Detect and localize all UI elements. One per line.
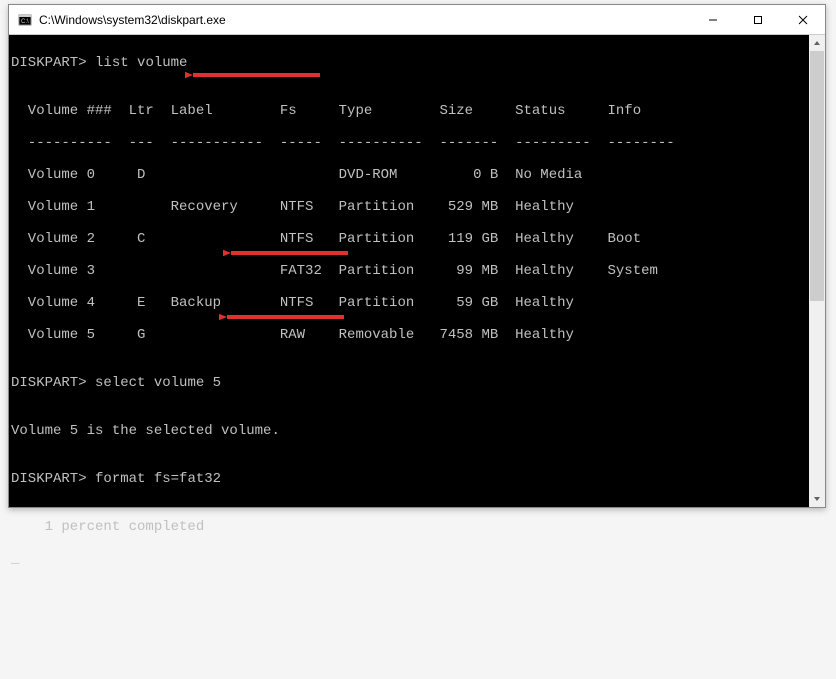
table-row: Volume 3 FAT32 Partition 99 MB Healthy S… — [9, 263, 825, 279]
app-window: C:\ C:\Windows\system32\diskpart.exe DIS… — [8, 4, 826, 508]
table-row: Volume 0 D DVD-ROM 0 B No Media — [9, 167, 825, 183]
table-row: Volume 5 G RAW Removable 7458 MB Healthy — [9, 327, 825, 343]
maximize-button[interactable] — [735, 5, 780, 34]
arrow-annotation-icon — [223, 211, 353, 295]
cursor: _ — [11, 551, 19, 567]
prompt: DISKPART> — [11, 471, 87, 487]
scrollbar-track[interactable] — [809, 51, 825, 491]
titlebar[interactable]: C:\ C:\Windows\system32\diskpart.exe — [9, 5, 825, 35]
svg-text:C:\: C:\ — [21, 19, 29, 25]
command-2: select volume 5 — [95, 375, 221, 391]
arrow-annotation-icon — [219, 275, 349, 359]
command-1: list volume — [95, 55, 187, 71]
table-divider: ---------- --- ----------- ----- -------… — [9, 135, 825, 151]
scroll-down-button[interactable] — [809, 491, 825, 507]
table-header: Volume ### Ltr Label Fs Type Size Status… — [9, 103, 825, 119]
command-3: format fs=fat32 — [95, 471, 221, 487]
scroll-up-button[interactable] — [809, 35, 825, 51]
terminal-output[interactable]: DISKPART> list volume Volume ### Ltr Lab… — [9, 35, 825, 679]
table-row: Volume 4 E Backup NTFS Partition 59 GB H… — [9, 295, 825, 311]
close-button[interactable] — [780, 5, 825, 34]
scrollbar-thumb[interactable] — [810, 51, 824, 301]
window-title: C:\Windows\system32\diskpart.exe — [39, 13, 690, 27]
response-text: Volume 5 is the selected volume. — [9, 423, 825, 439]
table-row: Volume 1 Recovery NTFS Partition 529 MB … — [9, 199, 825, 215]
minimize-button[interactable] — [690, 5, 735, 34]
prompt: DISKPART> — [11, 375, 87, 391]
app-icon: C:\ — [17, 12, 33, 28]
progress-text: 1 percent completed — [9, 519, 825, 535]
vertical-scrollbar[interactable] — [809, 35, 825, 507]
window-controls — [690, 5, 825, 34]
prompt: DISKPART> — [11, 55, 87, 71]
table-row: Volume 2 C NTFS Partition 119 GB Healthy… — [9, 231, 825, 247]
